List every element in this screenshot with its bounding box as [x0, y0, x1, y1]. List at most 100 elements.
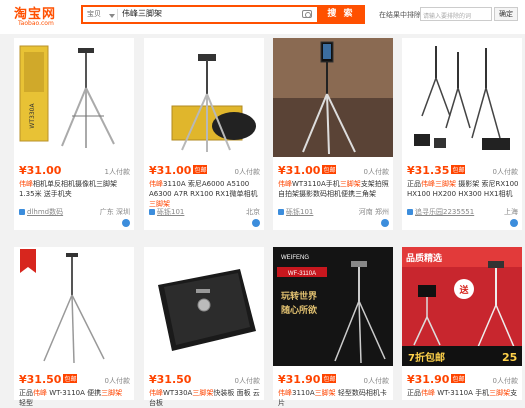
title-highlight: 伟峰: [278, 180, 292, 188]
title-highlight: 三脚架: [339, 180, 361, 188]
title-text: WT3110A手机: [292, 180, 340, 188]
title-text: WT330A: [163, 389, 193, 397]
product-title[interactable]: 伟峰相机单反相机摄像机三脚架 1.35米 送手机夹: [19, 179, 131, 199]
taobao-logo-sub: Taobao.com: [18, 20, 54, 27]
product-title[interactable]: 正品伟峰三脚架 摄影架 索尼RX100 HX100 HX200 HX300 HX…: [407, 179, 519, 199]
search-scope-select[interactable]: 宝贝: [87, 9, 115, 19]
box-label: WT330A: [29, 103, 36, 129]
title-text: 正品: [407, 180, 421, 188]
sale-text: 7折包邮: [408, 351, 445, 364]
wangwang-icon[interactable]: [510, 219, 518, 227]
brand-text: WEIFENG: [281, 255, 309, 261]
shop-icon: [278, 209, 284, 215]
product-card[interactable]: WEIFENG WF-3110A 玩转世界 随心所欲 ¥31.90 包邮 0人付款…: [273, 247, 393, 407]
product-image[interactable]: 品质精选 送 7折包邮 25: [402, 247, 522, 366]
product-price: ¥31.90: [407, 373, 450, 386]
product-price: ¥31.50: [19, 373, 62, 386]
product-price: ¥31.35: [407, 164, 450, 177]
shop-icon: [407, 209, 413, 215]
product-price: ¥31.90: [278, 373, 321, 386]
camera-icon[interactable]: [302, 10, 312, 18]
wangwang-icon[interactable]: [252, 219, 260, 227]
title-text: 支: [510, 389, 518, 397]
free-shipping-badge: 包邮: [451, 374, 466, 383]
title-text: WT-3110A 手机: [435, 389, 490, 397]
shop-name[interactable]: 追寻乐园2235551: [415, 208, 474, 216]
title-text: WT-3110A 便携: [47, 389, 102, 397]
product-title[interactable]: 伟峰3110A 索尼A6000 A5100 A6300 A7R RX100 RX…: [149, 179, 261, 209]
title-text: 正品: [407, 389, 421, 397]
shop-name[interactable]: 砾铄101: [157, 208, 184, 216]
shop-name[interactable]: dlhmd数码: [27, 208, 63, 216]
location: 广东 深圳: [99, 208, 130, 216]
title-highlight: 伟峰: [33, 389, 47, 397]
title-highlight: 三脚架: [489, 389, 511, 397]
paid-count: 0人付款: [104, 377, 130, 385]
title-highlight: 伟峰: [278, 389, 292, 397]
product-title[interactable]: 伟峰WT3110A手机三脚架支架拍照自拍架摄影数码相机便携三角架: [278, 179, 390, 199]
paid-count: 0人付款: [363, 168, 389, 176]
title-highlight: 三脚架: [192, 389, 214, 397]
title-text: 正品: [19, 389, 33, 397]
exclude-input[interactable]: 请输入要排除的词: [420, 7, 492, 21]
paid-count: 0人付款: [363, 377, 389, 385]
title-highlight: 伟峰: [421, 389, 435, 397]
location: 北京: [246, 208, 260, 216]
title-highlight: 三脚架: [314, 389, 336, 397]
product-image[interactable]: [273, 38, 393, 157]
product-card[interactable]: WT330A ¥31.00 1人付款 伟峰相机单反相机摄像机三脚架 1.35米 …: [14, 38, 134, 230]
search-divider: [117, 9, 118, 20]
product-title[interactable]: 伟峰3110A三脚架 轻型数码相机卡片: [278, 388, 390, 408]
product-title[interactable]: 正品伟峰 WT-3110A 手机三脚架支: [407, 388, 519, 398]
title-text: 轻型: [19, 399, 33, 407]
product-card[interactable]: 品质精选 送 7折包邮 25 ¥31.90 包邮 0人付款 正品伟峰 WT-311…: [402, 247, 522, 400]
product-price: ¥31.50: [149, 373, 192, 386]
paid-count: 0人付款: [234, 377, 260, 385]
paid-count: 0人付款: [492, 168, 518, 176]
product-card[interactable]: ¥31.00 包邮 0人付款 伟峰3110A 索尼A6000 A5100 A630…: [144, 38, 264, 230]
location: 河南 郑州: [358, 208, 389, 216]
paid-count: 0人付款: [492, 377, 518, 385]
product-card[interactable]: ¥31.50 包邮 0人付款 正品伟峰 WT-3110A 便携三脚架 轻型: [14, 247, 134, 407]
product-image[interactable]: [144, 38, 264, 157]
product-title[interactable]: 正品伟峰 WT-3110A 便携三脚架 轻型: [19, 388, 131, 408]
product-image[interactable]: [14, 247, 134, 366]
free-shipping-badge: 包邮: [322, 374, 337, 383]
title-highlight: 伟峰: [421, 180, 435, 188]
product-card[interactable]: ¥31.50 0人付款 伟峰WT330A三脚架快装板 面板 云台板: [144, 247, 264, 407]
free-shipping-badge: 包邮: [193, 165, 208, 174]
product-title[interactable]: 伟峰WT330A三脚架快装板 面板 云台板: [149, 388, 261, 408]
location: 上海: [504, 208, 518, 216]
model-text: WF-3110A: [288, 271, 316, 277]
title-text: 3110A: [292, 389, 315, 397]
search-box: 宝贝 伟峰三脚架 搜 索: [81, 5, 365, 24]
product-image[interactable]: WT330A: [14, 38, 134, 157]
product-card[interactable]: ¥31.35 包邮 0人付款 正品伟峰三脚架 摄影架 索尼RX100 HX100 …: [402, 38, 522, 230]
free-shipping-badge: 包邮: [63, 374, 78, 383]
product-image[interactable]: [144, 247, 264, 366]
product-image[interactable]: WEIFENG WF-3110A 玩转世界 随心所欲: [273, 247, 393, 366]
wangwang-icon[interactable]: [122, 219, 130, 227]
title-highlight: 伟峰: [149, 180, 163, 188]
paid-count: 1人付款: [104, 168, 130, 176]
wangwang-icon[interactable]: [381, 219, 389, 227]
exclude-label: 在结果中排除: [379, 11, 421, 19]
free-shipping-badge: 包邮: [322, 165, 337, 174]
search-input[interactable]: 伟峰三脚架: [122, 8, 162, 19]
product-price: ¥31.00: [19, 164, 62, 177]
product-price: ¥31.00: [149, 164, 192, 177]
shop-icon: [149, 209, 155, 215]
slogan-1: 玩转世界: [281, 290, 317, 302]
free-shipping-badge: 包邮: [451, 165, 466, 174]
shop-name[interactable]: 砾铄101: [286, 208, 313, 216]
search-button[interactable]: 搜 索: [317, 5, 365, 24]
product-card[interactable]: ¥31.00 包邮 0人付款 伟峰WT3110A手机三脚架支架拍照自拍架摄影数码相…: [273, 38, 393, 230]
product-price: ¥31.00: [278, 164, 321, 177]
exclude-confirm-button[interactable]: 确定: [494, 7, 518, 21]
product-image[interactable]: [402, 38, 522, 157]
title-text: 3110A 索尼A6000 A5100 A6300 A7R RX100 RX1微…: [149, 180, 258, 198]
shop-icon: [19, 209, 25, 215]
title-highlight: 三脚架: [101, 389, 123, 397]
title-text: 相机单反相机摄像机三脚架 1.35米 送手机夹: [19, 180, 117, 198]
header-bar: 淘宝网 Taobao.com 宝贝 伟峰三脚架 搜 索 在结果中排除 请输入要排…: [0, 0, 525, 34]
